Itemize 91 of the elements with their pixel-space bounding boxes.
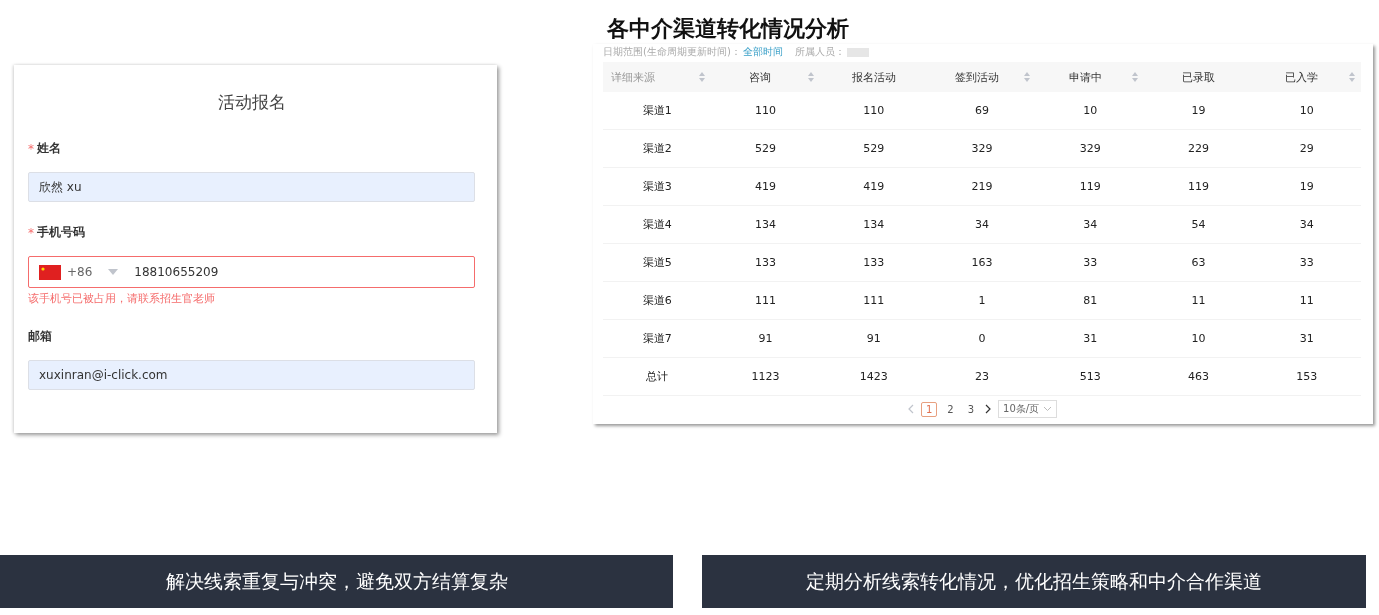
table-cell: 111 <box>754 294 776 307</box>
table-cell: 10 <box>1299 104 1314 117</box>
error-message: 该手机号已被占用，请联系招生官老师 <box>28 291 216 306</box>
next-icon[interactable] <box>984 404 992 414</box>
caret-icon[interactable] <box>108 269 119 275</box>
table-cell: 10 <box>1083 104 1098 117</box>
sort-icon[interactable] <box>1132 72 1139 82</box>
table-cell: 219 <box>971 180 993 193</box>
table-cell: 419 <box>863 180 885 193</box>
table-cell: 33 <box>1083 256 1098 269</box>
table-cell: 69 <box>975 104 989 117</box>
table-cell: 31 <box>1083 332 1098 345</box>
table-cell: 513 <box>1079 370 1101 383</box>
sort-icon[interactable] <box>1024 72 1031 82</box>
input-field[interactable]: 欣然 xu <box>28 172 475 202</box>
table-cell: 529 <box>754 142 776 155</box>
phone-field[interactable]: +86 18810655209 <box>28 256 475 288</box>
column-header[interactable]: 已入学 <box>1258 63 1345 91</box>
table-cell: 119 <box>1188 180 1210 193</box>
table-cell: 133 <box>754 256 776 269</box>
table-cell: 229 <box>1188 142 1210 155</box>
table-cell: 63 <box>1191 256 1206 269</box>
flag-icon <box>39 264 61 280</box>
table-cell: 34 <box>1083 218 1098 231</box>
column-header[interactable]: 已录取 <box>1150 63 1247 91</box>
table-cell: 91 <box>758 332 773 345</box>
table-cell: 134 <box>863 218 885 231</box>
table-cell: 329 <box>971 142 993 155</box>
table-cell: 渠道2 <box>642 142 672 155</box>
table-cell: 23 <box>975 370 989 383</box>
table-cell: 10 <box>1191 332 1206 345</box>
filter-label: 日期范围(生命周期更新时间)： <box>603 45 741 59</box>
caption-banner: 解决线索重复与冲突，避免双方结算复杂 <box>0 555 673 608</box>
sort-icon[interactable] <box>807 72 814 82</box>
table-cell: 111 <box>863 294 885 307</box>
table-cell: 渠道1 <box>642 104 672 117</box>
report-title: 各中介渠道转化情况分析 <box>606 15 850 43</box>
table-cell: 134 <box>754 218 776 231</box>
table-cell: 29 <box>1299 142 1314 155</box>
table-cell: 133 <box>863 256 885 269</box>
input-field[interactable]: xuxinran@i-click.com <box>28 360 475 390</box>
table-cell: 总计 <box>646 370 669 383</box>
table-cell: 419 <box>754 180 776 193</box>
page-button[interactable]: 3 <box>963 402 978 416</box>
sort-icon[interactable] <box>699 72 706 82</box>
caption-banner: 定期分析线索转化情况，优化招生策略和中介合作渠道 <box>702 555 1366 608</box>
table-cell: 33 <box>1299 256 1314 269</box>
field-label: 手机号码 <box>37 224 85 241</box>
table-cell: 11 <box>1299 294 1314 307</box>
chevron-down-icon[interactable] <box>1043 406 1053 412</box>
country-code[interactable]: +86 <box>67 265 93 279</box>
table-cell: 81 <box>1083 294 1098 307</box>
table-cell: 1423 <box>859 370 888 383</box>
table-cell: 110 <box>863 104 885 117</box>
table-cell: 渠道5 <box>642 256 672 269</box>
table-cell: 54 <box>1191 218 1206 231</box>
required-mark: * <box>28 141 34 156</box>
required-mark: * <box>28 225 34 240</box>
table-cell: 153 <box>1296 370 1318 383</box>
table-cell: 91 <box>866 332 881 345</box>
column-header[interactable]: 申请中 <box>1042 63 1129 91</box>
table-cell: 119 <box>1079 180 1101 193</box>
sort-icon[interactable] <box>1349 72 1355 82</box>
table-cell: 1123 <box>751 370 780 383</box>
table-cell: 渠道7 <box>642 332 672 345</box>
filter-label: 所属人员： <box>794 45 845 59</box>
table-cell: 渠道4 <box>642 218 672 231</box>
table-cell: 19 <box>1299 180 1314 193</box>
field-label: 邮箱 <box>28 328 52 345</box>
table-cell: 0 <box>978 332 986 345</box>
table-cell: 110 <box>754 104 776 117</box>
table-cell: 329 <box>1079 142 1101 155</box>
table-cell: 渠道6 <box>642 294 672 307</box>
page-size-select[interactable]: 10条/页 <box>998 400 1058 418</box>
table-cell: 463 <box>1188 370 1210 383</box>
field-label: 姓名 <box>37 140 61 157</box>
column-header[interactable]: 签到活动 <box>933 63 1021 91</box>
table-cell: 11 <box>1191 294 1206 307</box>
page-button[interactable]: 2 <box>943 402 958 416</box>
column-header[interactable]: 咨询 <box>717 63 804 91</box>
form-title: 活动报名 <box>216 91 287 114</box>
table-cell: 31 <box>1299 332 1314 345</box>
table-cell: 34 <box>1299 218 1314 231</box>
table-cell: 渠道3 <box>642 180 672 193</box>
previous-icon[interactable] <box>906 404 915 414</box>
table-cell: 163 <box>971 256 993 269</box>
table-cell: 529 <box>863 142 885 155</box>
column-header[interactable]: 报名活动 <box>825 63 922 91</box>
table-cell: 19 <box>1191 104 1206 117</box>
table-cell: 34 <box>975 218 989 231</box>
table-cell: 1 <box>978 294 986 307</box>
